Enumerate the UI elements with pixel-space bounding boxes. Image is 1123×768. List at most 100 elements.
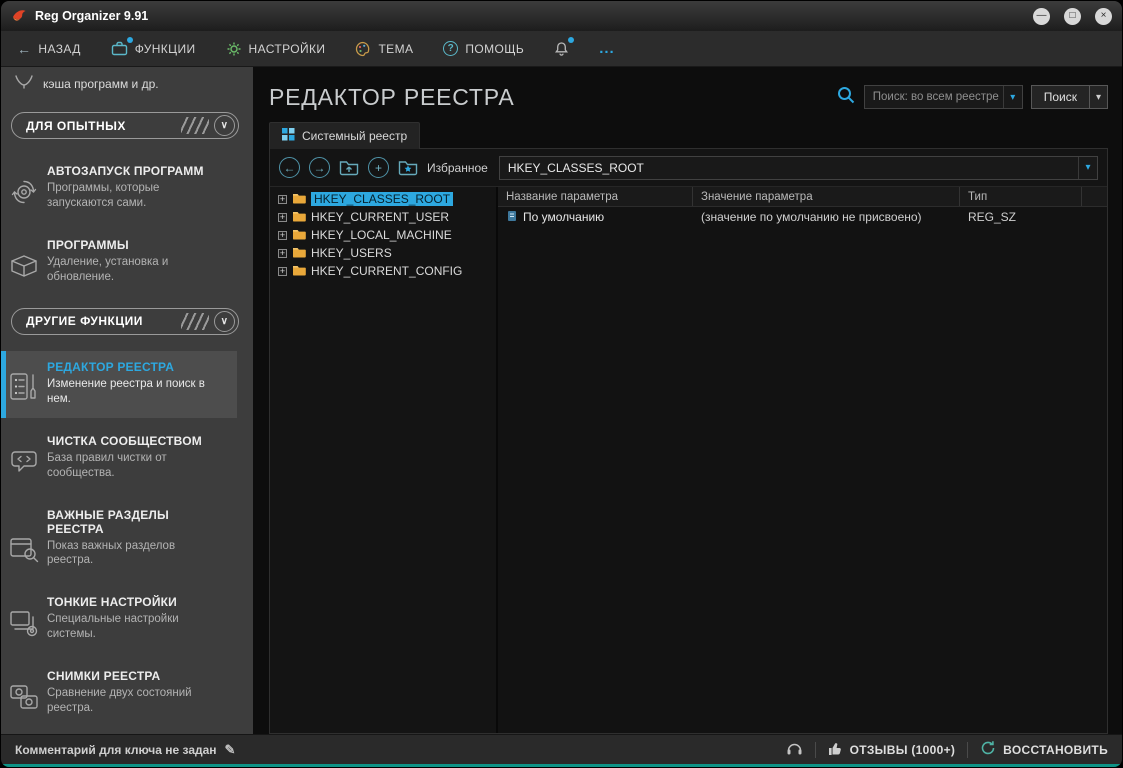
sidebar-item-desc: Программы, которые запускаются сами. <box>47 181 215 211</box>
menu-back[interactable]: ← НАЗАД <box>17 41 81 57</box>
tree-key-label[interactable]: HKEY_CURRENT_USER <box>311 210 449 224</box>
go-up-button[interactable] <box>339 159 359 176</box>
sidebar-item-autostart[interactable]: АВТОЗАПУСК ПРОГРАММ Программы, которые з… <box>1 155 237 222</box>
sidebar-item-title: СНИМКИ РЕЕСТРА <box>47 669 225 683</box>
menu-notifications[interactable] <box>554 41 569 57</box>
folder-icon <box>292 192 306 207</box>
feedback-button[interactable]: ОТЗЫВЫ (1000+) <box>828 741 956 759</box>
column-header-value[interactable]: Значение параметра <box>693 187 960 206</box>
expand-icon[interactable]: + <box>278 231 287 240</box>
sidebar-item-fine-tuning[interactable]: ТОНКИЕ НАСТРОЙКИ Специальные настройки с… <box>1 586 237 653</box>
gear-icon <box>226 41 242 57</box>
value-row[interactable]: По умолчанию (значение по умолчанию не п… <box>498 207 1107 227</box>
folder-icon <box>292 228 306 243</box>
address-combobox[interactable]: HKEY_CLASSES_ROOT ▾ <box>499 156 1098 180</box>
tree-row[interactable]: + HKEY_CURRENT_CONFIG <box>270 262 496 280</box>
expand-icon[interactable]: + <box>278 195 287 204</box>
chevron-down-icon[interactable]: ∨ <box>214 115 235 136</box>
palette-icon <box>355 41 371 57</box>
tree-key-label[interactable]: HKEY_LOCAL_MACHINE <box>311 228 452 242</box>
new-key-button[interactable]: + <box>368 157 389 178</box>
menu-settings[interactable]: НАСТРОЙКИ <box>226 41 326 57</box>
pencil-icon[interactable]: ✎ <box>225 742 236 758</box>
value-name-cell[interactable]: По умолчанию <box>498 210 693 225</box>
sidebar-item-label: кэша программ и др. <box>43 77 159 91</box>
tree-key-label[interactable]: HKEY_CURRENT_CONFIG <box>311 264 462 278</box>
search-scope-dropdown-icon[interactable]: ▾ <box>1003 86 1022 108</box>
address-value[interactable]: HKEY_CLASSES_ROOT <box>500 161 1078 175</box>
section-advanced[interactable]: ДЛЯ ОПЫТНЫХ ∨ <box>11 112 239 139</box>
tab-system-registry[interactable]: Системный реестр <box>269 122 420 149</box>
tree-key-label[interactable]: HKEY_CLASSES_ROOT <box>311 192 453 206</box>
menu-functions-label: ФУНКЦИИ <box>135 42 196 56</box>
community-clean-icon <box>8 447 40 482</box>
maximize-button[interactable]: □ <box>1064 8 1081 25</box>
value-data-cell[interactable]: (значение по умолчанию не присвоено) <box>693 210 960 224</box>
grid-empty-area <box>498 227 1107 733</box>
sidebar-item-important-keys[interactable]: ВАЖНЫЕ РАЗДЕЛЫ РЕЕСТРА Показ важных разд… <box>1 499 237 580</box>
values-grid: Название параметра Значение параметра Ти… <box>498 187 1107 733</box>
status-bar: Комментарий для ключа не задан ✎ ОТЗЫВЫ … <box>1 734 1122 764</box>
registry-split-view: + HKEY_CLASSES_ROOT + HKEY_CURRENT_USER … <box>270 187 1107 733</box>
help-icon: ? <box>443 41 458 56</box>
value-name: По умолчанию <box>523 210 604 224</box>
tree-row[interactable]: + HKEY_CLASSES_ROOT <box>270 190 496 208</box>
search-button-dropdown-icon[interactable]: ▾ <box>1089 86 1107 108</box>
expand-icon[interactable]: + <box>278 213 287 222</box>
tab-label: Системный реестр <box>302 129 407 143</box>
search-scope-combobox[interactable]: Поиск: во всем реестре ▾ <box>864 85 1023 109</box>
expand-icon[interactable]: + <box>278 249 287 258</box>
folder-icon <box>292 210 306 225</box>
tree-row[interactable]: + HKEY_USERS <box>270 244 496 262</box>
search-button-label[interactable]: Поиск <box>1032 90 1089 104</box>
menu-bar: ← НАЗАД ФУНКЦИИ НАСТРОЙКИ ТЕМА ? ПОМОЩЬ <box>1 31 1122 67</box>
search-scope-value[interactable]: Поиск: во всем реестре <box>865 91 1003 103</box>
sidebar-item-title: АВТОЗАПУСК ПРОГРАММ <box>47 164 225 178</box>
nav-forward-button[interactable]: → <box>309 157 330 178</box>
address-dropdown-icon[interactable]: ▾ <box>1078 157 1097 179</box>
close-button[interactable]: × <box>1095 8 1112 25</box>
menu-theme[interactable]: ТЕМА <box>355 41 413 57</box>
favorites-icon[interactable] <box>398 159 418 176</box>
chevron-down-icon[interactable]: ∨ <box>214 311 235 332</box>
support-headphones-icon[interactable] <box>786 741 803 759</box>
sidebar-item-desc: Сравнение двух состояний реестра. <box>47 686 215 716</box>
status-right: ОТЗЫВЫ (1000+) ВОССТАНОВИТЬ <box>786 740 1108 759</box>
search-button[interactable]: Поиск ▾ <box>1031 85 1108 109</box>
grid-header: Название параметра Значение параметра Ти… <box>498 187 1107 207</box>
expand-icon[interactable]: + <box>278 267 287 276</box>
stripes-decoration <box>181 117 209 134</box>
notifications-badge <box>568 37 574 43</box>
column-header-type[interactable]: Тип <box>960 187 1082 206</box>
favorites-label[interactable]: Избранное <box>427 161 488 175</box>
column-header-name[interactable]: Название параметра <box>498 187 693 206</box>
sidebar-item-cleanup-partial[interactable]: кэша программ и др. <box>1 73 253 100</box>
important-keys-icon <box>8 534 40 569</box>
tree-row[interactable]: + HKEY_LOCAL_MACHINE <box>270 226 496 244</box>
tab-strip: Системный реестр <box>269 119 1108 148</box>
sidebar-item-registry-editor[interactable]: РЕДАКТОР РЕЕСТРА Изменение реестра и пои… <box>1 351 237 418</box>
sidebar-item-community-clean[interactable]: ЧИСТКА СООБЩЕСТВОМ База правил чистки от… <box>1 425 237 492</box>
tree-row[interactable]: + HKEY_CURRENT_USER <box>270 208 496 226</box>
registry-grid-icon <box>282 128 295 144</box>
sidebar-item-programs[interactable]: ПРОГРАММЫ Удаление, установка и обновлен… <box>1 229 237 296</box>
nav-back-button[interactable]: ← <box>279 157 300 178</box>
title-bar: Reg Organizer 9.91 — □ × <box>1 1 1122 31</box>
restore-button[interactable]: ВОССТАНОВИТЬ <box>980 740 1108 759</box>
menu-functions[interactable]: ФУНКЦИИ <box>111 41 196 56</box>
menu-theme-label: ТЕМА <box>378 42 413 56</box>
section-other[interactable]: ДРУГИЕ ФУНКЦИИ ∨ <box>11 308 239 335</box>
minimize-button[interactable]: — <box>1033 8 1050 25</box>
fine-tuning-icon <box>8 608 40 643</box>
menu-help[interactable]: ? ПОМОЩЬ <box>443 41 524 56</box>
separator <box>815 742 816 758</box>
comment-area[interactable]: Комментарий для ключа не задан ✎ <box>15 742 235 758</box>
menu-more[interactable]: ... <box>599 40 615 57</box>
value-type-cell[interactable]: REG_SZ <box>960 210 1082 224</box>
sidebar-item-snapshots[interactable]: СНИМКИ РЕЕСТРА Сравнение двух состояний … <box>1 660 237 727</box>
comment-text: Комментарий для ключа не задан <box>15 743 217 757</box>
restore-icon <box>980 740 996 759</box>
folder-icon <box>292 246 306 261</box>
tree-key-label[interactable]: HKEY_USERS <box>311 246 392 260</box>
sidebar: кэша программ и др. ДЛЯ ОПЫТНЫХ ∨ АВТОЗА… <box>1 67 253 734</box>
